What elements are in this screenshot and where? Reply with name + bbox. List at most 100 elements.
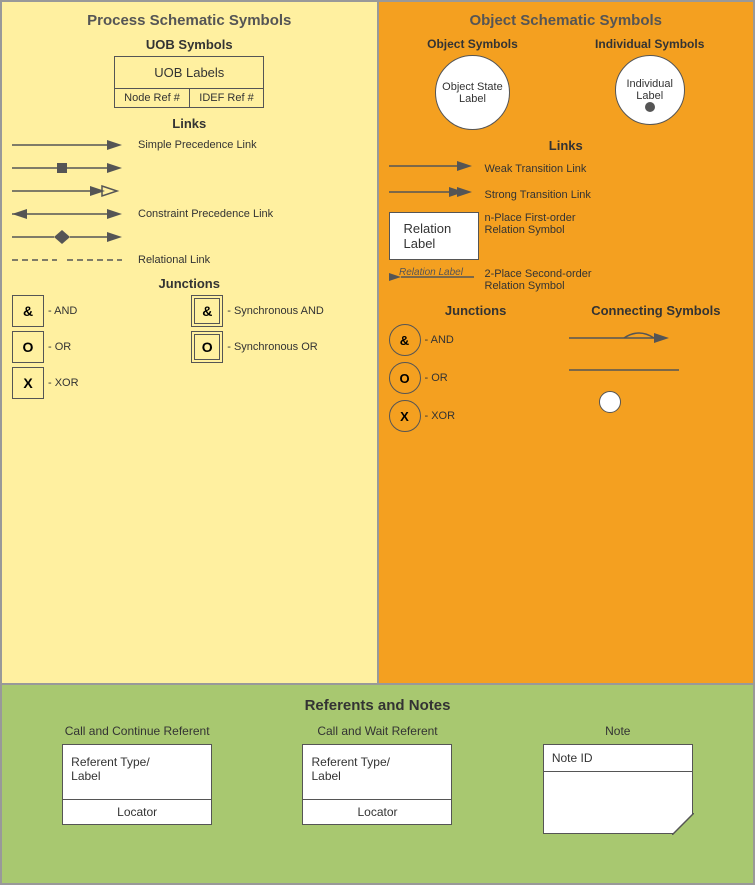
referent-title-wait: Call and Wait Referent xyxy=(317,724,437,738)
svg-text:Relation Label: Relation Label xyxy=(399,267,464,278)
junction-label-sync-and: - Synchronous AND xyxy=(227,305,324,317)
right-panel-title: Object Schematic Symbols xyxy=(389,12,744,29)
junction-row-sync-and: & - Synchronous AND xyxy=(191,295,366,327)
link-graphic-relational xyxy=(12,251,132,269)
right-link-label-strong: Strong Transition Link xyxy=(485,189,591,201)
individual-label-text: Individual Label xyxy=(616,78,684,102)
right-link-label-2place: 2-Place Second-orderRelation Symbol xyxy=(485,268,592,292)
individual-symbols-title: Individual Symbols xyxy=(595,37,704,51)
right-bottom-split: Junctions & - AND O - OR xyxy=(389,297,744,438)
object-symbol-col: Object Symbols Object State Label xyxy=(427,37,518,130)
object-symbols-row: Object Symbols Object State Label Indivi… xyxy=(389,37,744,130)
right-link-row-2place: Relation Label 2-Place Second-orderRelat… xyxy=(389,266,744,293)
junction-box-sync-and: & xyxy=(191,295,223,327)
right-link-label-nplace: n-Place First-orderRelation Symbol xyxy=(485,212,576,236)
object-symbols-title: Object Symbols xyxy=(427,37,518,51)
left-panel: Process Schematic Symbols UOB Symbols UO… xyxy=(2,2,379,683)
connecting-small-circle xyxy=(599,391,621,413)
uob-label: UOB Labels xyxy=(115,57,263,89)
uob-container: UOB Labels Node Ref # IDEF Ref # xyxy=(12,56,367,108)
uob-ref1: Node Ref # xyxy=(115,89,190,107)
uob-ref2: IDEF Ref # xyxy=(190,89,264,107)
referent-col-wait: Call and Wait Referent Referent Type/Lab… xyxy=(302,724,452,834)
uob-refs: Node Ref # IDEF Ref # xyxy=(115,89,263,107)
object-state-label: Object State Label xyxy=(436,81,509,105)
link-label-constraint: Constraint Precedence Link xyxy=(138,208,273,220)
note-box-id: Note ID xyxy=(544,745,692,772)
junction-placeholder xyxy=(191,367,366,399)
right-junction-row-or: O - OR xyxy=(389,362,563,394)
uob-box: UOB Labels Node Ref # IDEF Ref # xyxy=(114,56,264,108)
connecting-sym-circle xyxy=(569,390,743,414)
right-link-row-strong: Strong Transition Link xyxy=(389,183,744,206)
link-label-relational: Relational Link xyxy=(138,254,210,266)
right-junction-circle-xor: X xyxy=(389,400,421,432)
right-link-row-weak: Weak Transition Link xyxy=(389,157,744,180)
right-junction-circle-or: O xyxy=(389,362,421,394)
referent-box-continue: Referent Type/Label Locator xyxy=(62,744,212,825)
junction-box-xor: X xyxy=(12,367,44,399)
referent-box-continue-top: Referent Type/Label xyxy=(63,745,211,800)
right-links-section: Weak Transition Link Strong Transition L… xyxy=(389,157,744,293)
link-row-constraint: Constraint Precedence Link xyxy=(12,204,367,224)
right-junctions-area: Junctions & - AND O - OR xyxy=(389,297,563,438)
right-link-label-weak: Weak Transition Link xyxy=(485,163,587,175)
link-graphic-square xyxy=(12,159,132,177)
referent-box-wait-top: Referent Type/Label xyxy=(303,745,451,800)
link-row-relational: Relational Link xyxy=(12,250,367,270)
link-row-square xyxy=(12,158,367,178)
link-label-simple: Simple Precedence Link xyxy=(138,139,257,151)
right-link-graphic-2place: Relation Label xyxy=(389,266,479,293)
right-link-row-nplace: Relation Label n-Place First-orderRelati… xyxy=(389,212,744,260)
right-junctions-title: Junctions xyxy=(389,303,563,318)
individual-dot xyxy=(645,102,655,112)
link-graphic-constraint xyxy=(12,205,132,223)
junction-box-sync-or: O xyxy=(191,331,223,363)
individual-symbol-col: Individual Symbols Individual Label xyxy=(595,37,704,130)
right-link-graphic-strong xyxy=(389,183,479,206)
referent-title-continue: Call and Continue Referent xyxy=(65,724,210,738)
bottom-panel: Referents and Notes Call and Continue Re… xyxy=(2,683,753,883)
junction-row-or: O - OR xyxy=(12,331,187,363)
connecting-sym-straight xyxy=(569,358,743,382)
note-box-wrapper: Note ID xyxy=(543,744,693,834)
referents-row: Call and Continue Referent Referent Type… xyxy=(22,724,733,834)
object-state-circle: Object State Label xyxy=(435,55,510,130)
relation-box-nplace: Relation Label xyxy=(389,212,479,260)
referent-box-continue-bottom: Locator xyxy=(63,800,211,824)
note-box-body xyxy=(544,772,692,827)
junction-label-sync-or: - Synchronous OR xyxy=(227,341,317,353)
junction-row-sync-or: O - Synchronous OR xyxy=(191,331,366,363)
right-link-graphic-nplace: Relation Label xyxy=(389,212,479,260)
referent-box-wait: Referent Type/Label Locator xyxy=(302,744,452,825)
referent-box-wait-bottom: Locator xyxy=(303,800,451,824)
uob-title: UOB Symbols xyxy=(12,37,367,52)
note-box: Note ID xyxy=(543,744,693,834)
link-row-diamond xyxy=(12,227,367,247)
link-graphic-diamond xyxy=(12,228,132,246)
referent-title-note: Note xyxy=(605,724,630,738)
individual-label-circle: Individual Label xyxy=(615,55,685,125)
left-panel-title: Process Schematic Symbols xyxy=(12,12,367,29)
right-links-title: Links xyxy=(389,138,744,153)
connecting-title: Connecting Symbols xyxy=(569,303,743,318)
right-panel: Object Schematic Symbols Object Symbols … xyxy=(379,2,754,683)
left-junction-grid: & - AND & - Synchronous AND O - OR O - S… xyxy=(12,295,367,399)
junction-box-and: & xyxy=(12,295,44,327)
link-graphic-double xyxy=(12,182,132,200)
junction-label-and: - AND xyxy=(48,305,77,317)
top-section: Process Schematic Symbols UOB Symbols UO… xyxy=(2,2,753,683)
right-junction-circle-and: & xyxy=(389,324,421,356)
left-junctions-title: Junctions xyxy=(12,276,367,291)
junction-row-and: & - AND xyxy=(12,295,187,327)
link-graphic-simple xyxy=(12,136,132,154)
right-junction-row-and: & - AND xyxy=(389,324,563,356)
right-junction-label-xor: - XOR xyxy=(425,410,456,422)
left-links-section: Simple Precedence Link xyxy=(12,135,367,270)
main-container: Process Schematic Symbols UOB Symbols UO… xyxy=(0,0,755,885)
left-links-title: Links xyxy=(12,116,367,131)
right-junction-label-or: - OR xyxy=(425,372,448,384)
junction-box-or: O xyxy=(12,331,44,363)
referent-col-note: Note Note ID xyxy=(543,724,693,834)
right-junction-list: & - AND O - OR X - XOR xyxy=(389,324,563,432)
